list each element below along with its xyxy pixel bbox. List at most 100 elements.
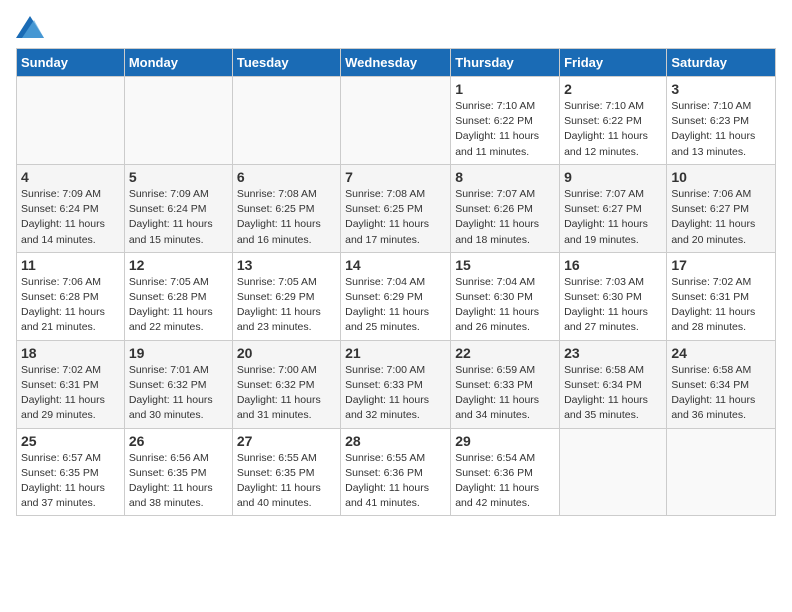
day-info: Sunrise: 7:10 AM Sunset: 6:23 PM Dayligh… xyxy=(671,99,771,160)
day-info: Sunrise: 7:02 AM Sunset: 6:31 PM Dayligh… xyxy=(21,363,120,424)
day-number: 18 xyxy=(21,345,120,361)
day-number: 19 xyxy=(129,345,228,361)
day-number: 17 xyxy=(671,257,771,273)
day-number: 25 xyxy=(21,433,120,449)
calendar-cell: 20 Sunrise: 7:00 AM Sunset: 6:32 PM Dayli… xyxy=(232,340,340,428)
calendar-cell: 25 Sunrise: 6:57 AM Sunset: 6:35 PM Dayli… xyxy=(17,428,125,516)
calendar-cell: 13Sunrise: 7:05 AM Sunset: 6:29 PM Dayli… xyxy=(232,252,340,340)
weekday-header: Wednesday xyxy=(341,49,451,77)
calendar-week-row: 4 Sunrise: 7:09 AM Sunset: 6:24 PM Daylig… xyxy=(17,164,776,252)
calendar-cell: 5 Sunrise: 7:09 AM Sunset: 6:24 PM Daylig… xyxy=(124,164,232,252)
header xyxy=(16,16,776,38)
calendar-cell: 29 Sunrise: 6:54 AM Sunset: 6:36 PM Dayli… xyxy=(451,428,560,516)
calendar-cell: 12 Sunrise: 7:05 AM Sunset: 6:28 PM Dayli… xyxy=(124,252,232,340)
day-number: 24 xyxy=(671,345,771,361)
calendar-week-row: 25 Sunrise: 6:57 AM Sunset: 6:35 PM Dayli… xyxy=(17,428,776,516)
calendar-cell: 9 Sunrise: 7:07 AM Sunset: 6:27 PM Daylig… xyxy=(560,164,667,252)
day-number: 7 xyxy=(345,169,446,185)
day-number: 8 xyxy=(455,169,555,185)
calendar-cell: 3 Sunrise: 7:10 AM Sunset: 6:23 PM Daylig… xyxy=(667,77,776,165)
day-number: 2 xyxy=(564,81,662,97)
day-number: 12 xyxy=(129,257,228,273)
weekday-header: Tuesday xyxy=(232,49,340,77)
day-info: Sunrise: 7:10 AM Sunset: 6:22 PM Dayligh… xyxy=(455,99,555,160)
day-number: 10 xyxy=(671,169,771,185)
calendar-cell: 14 Sunrise: 7:04 AM Sunset: 6:29 PM Dayli… xyxy=(341,252,451,340)
day-info: Sunrise: 6:58 AM Sunset: 6:34 PM Dayligh… xyxy=(564,363,662,424)
weekday-header: Sunday xyxy=(17,49,125,77)
calendar-cell xyxy=(560,428,667,516)
day-info: Sunrise: 7:10 AM Sunset: 6:22 PM Dayligh… xyxy=(564,99,662,160)
day-info: Sunrise: 7:01 AM Sunset: 6:32 PM Dayligh… xyxy=(129,363,228,424)
day-info: Sunrise: 7:05 AM Sunset: 6:28 PM Dayligh… xyxy=(129,275,228,336)
logo-icon xyxy=(16,16,44,38)
day-number: 26 xyxy=(129,433,228,449)
day-info: Sunrise: 7:04 AM Sunset: 6:29 PM Dayligh… xyxy=(345,275,446,336)
calendar-cell: 19 Sunrise: 7:01 AM Sunset: 6:32 PM Dayli… xyxy=(124,340,232,428)
day-info: Sunrise: 7:03 AM Sunset: 6:30 PM Dayligh… xyxy=(564,275,662,336)
day-number: 5 xyxy=(129,169,228,185)
calendar-cell: 6Sunrise: 7:08 AM Sunset: 6:25 PM Daylig… xyxy=(232,164,340,252)
day-info: Sunrise: 7:09 AM Sunset: 6:24 PM Dayligh… xyxy=(21,187,120,248)
calendar-cell: 17Sunrise: 7:02 AM Sunset: 6:31 PM Dayli… xyxy=(667,252,776,340)
calendar-cell xyxy=(232,77,340,165)
day-number: 29 xyxy=(455,433,555,449)
calendar-cell: 28 Sunrise: 6:55 AM Sunset: 6:36 PM Dayli… xyxy=(341,428,451,516)
day-info: Sunrise: 7:09 AM Sunset: 6:24 PM Dayligh… xyxy=(129,187,228,248)
day-info: Sunrise: 7:06 AM Sunset: 6:27 PM Dayligh… xyxy=(671,187,771,248)
day-info: Sunrise: 6:56 AM Sunset: 6:35 PM Dayligh… xyxy=(129,451,228,512)
day-number: 9 xyxy=(564,169,662,185)
calendar-table: SundayMondayTuesdayWednesdayThursdayFrid… xyxy=(16,48,776,516)
calendar-cell: 23 Sunrise: 6:58 AM Sunset: 6:34 PM Dayli… xyxy=(560,340,667,428)
day-info: Sunrise: 7:06 AM Sunset: 6:28 PM Dayligh… xyxy=(21,275,120,336)
day-info: Sunrise: 7:08 AM Sunset: 6:25 PM Dayligh… xyxy=(345,187,446,248)
day-number: 16 xyxy=(564,257,662,273)
calendar-cell: 26 Sunrise: 6:56 AM Sunset: 6:35 PM Dayli… xyxy=(124,428,232,516)
calendar-cell: 2 Sunrise: 7:10 AM Sunset: 6:22 PM Daylig… xyxy=(560,77,667,165)
logo xyxy=(16,16,48,38)
day-number: 27 xyxy=(237,433,336,449)
day-number: 3 xyxy=(671,81,771,97)
calendar-cell: 22 Sunrise: 6:59 AM Sunset: 6:33 PM Dayli… xyxy=(451,340,560,428)
day-info: Sunrise: 6:55 AM Sunset: 6:35 PM Dayligh… xyxy=(237,451,336,512)
calendar-cell: 10 Sunrise: 7:06 AM Sunset: 6:27 PM Dayli… xyxy=(667,164,776,252)
day-info: Sunrise: 7:00 AM Sunset: 6:32 PM Dayligh… xyxy=(237,363,336,424)
day-info: Sunrise: 6:57 AM Sunset: 6:35 PM Dayligh… xyxy=(21,451,120,512)
calendar-cell: 15Sunrise: 7:04 AM Sunset: 6:30 PM Dayli… xyxy=(451,252,560,340)
day-info: Sunrise: 6:54 AM Sunset: 6:36 PM Dayligh… xyxy=(455,451,555,512)
day-info: Sunrise: 6:59 AM Sunset: 6:33 PM Dayligh… xyxy=(455,363,555,424)
calendar-cell: 18 Sunrise: 7:02 AM Sunset: 6:31 PM Dayli… xyxy=(17,340,125,428)
calendar-cell: 1Sunrise: 7:10 AM Sunset: 6:22 PM Daylig… xyxy=(451,77,560,165)
day-number: 20 xyxy=(237,345,336,361)
day-number: 21 xyxy=(345,345,446,361)
calendar-cell: 4 Sunrise: 7:09 AM Sunset: 6:24 PM Daylig… xyxy=(17,164,125,252)
weekday-header: Thursday xyxy=(451,49,560,77)
day-number: 14 xyxy=(345,257,446,273)
day-info: Sunrise: 7:08 AM Sunset: 6:25 PM Dayligh… xyxy=(237,187,336,248)
calendar-week-row: 18 Sunrise: 7:02 AM Sunset: 6:31 PM Dayli… xyxy=(17,340,776,428)
day-info: Sunrise: 7:05 AM Sunset: 6:29 PM Dayligh… xyxy=(237,275,336,336)
calendar-cell: 21Sunrise: 7:00 AM Sunset: 6:33 PM Dayli… xyxy=(341,340,451,428)
calendar-week-row: 1Sunrise: 7:10 AM Sunset: 6:22 PM Daylig… xyxy=(17,77,776,165)
day-info: Sunrise: 6:58 AM Sunset: 6:34 PM Dayligh… xyxy=(671,363,771,424)
calendar-cell xyxy=(667,428,776,516)
day-number: 4 xyxy=(21,169,120,185)
calendar-cell: 8Sunrise: 7:07 AM Sunset: 6:26 PM Daylig… xyxy=(451,164,560,252)
calendar-cell xyxy=(124,77,232,165)
day-number: 28 xyxy=(345,433,446,449)
weekday-header: Monday xyxy=(124,49,232,77)
day-number: 22 xyxy=(455,345,555,361)
day-info: Sunrise: 7:07 AM Sunset: 6:27 PM Dayligh… xyxy=(564,187,662,248)
day-info: Sunrise: 6:55 AM Sunset: 6:36 PM Dayligh… xyxy=(345,451,446,512)
calendar-cell: 27 Sunrise: 6:55 AM Sunset: 6:35 PM Dayli… xyxy=(232,428,340,516)
calendar-cell: 11 Sunrise: 7:06 AM Sunset: 6:28 PM Dayli… xyxy=(17,252,125,340)
day-number: 11 xyxy=(21,257,120,273)
calendar-cell: 16 Sunrise: 7:03 AM Sunset: 6:30 PM Dayli… xyxy=(560,252,667,340)
weekday-header: Friday xyxy=(560,49,667,77)
calendar-week-row: 11 Sunrise: 7:06 AM Sunset: 6:28 PM Dayli… xyxy=(17,252,776,340)
day-number: 23 xyxy=(564,345,662,361)
day-info: Sunrise: 7:04 AM Sunset: 6:30 PM Dayligh… xyxy=(455,275,555,336)
weekday-header-row: SundayMondayTuesdayWednesdayThursdayFrid… xyxy=(17,49,776,77)
calendar-cell xyxy=(17,77,125,165)
calendar-cell: 7 Sunrise: 7:08 AM Sunset: 6:25 PM Daylig… xyxy=(341,164,451,252)
